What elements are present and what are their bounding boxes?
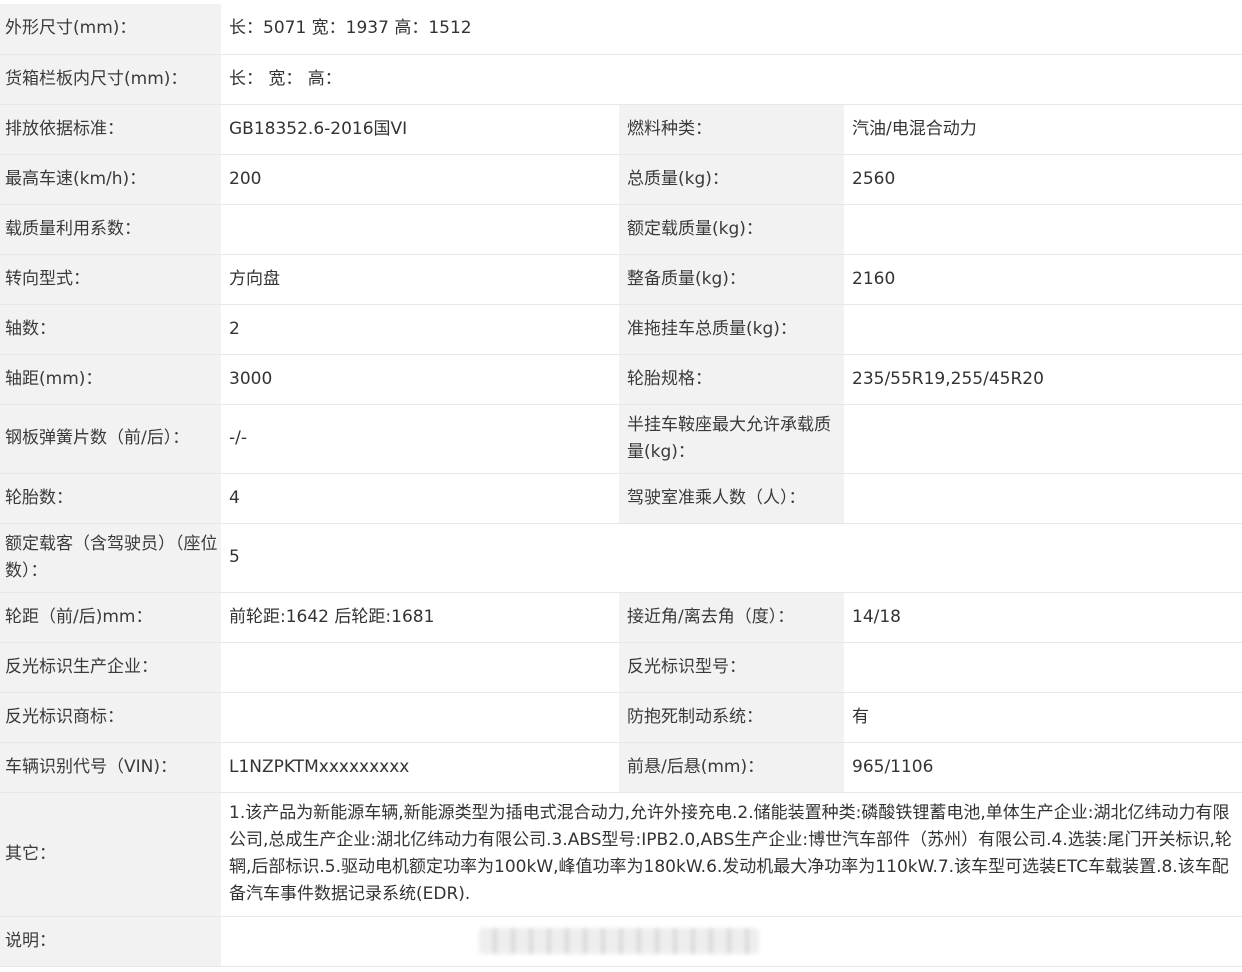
springs-label: 钢板弹簧片数（前/后）： [0,404,221,474]
table-row: 钢板弹簧片数（前/后）： -/- 半挂车鞍座最大允许承载质量(kg)： [0,404,1242,474]
trailer-mass-value [844,304,1242,355]
tire-spec-label: 轮胎规格： [619,354,844,405]
reflector-brand-label: 反光标识商标： [0,692,221,743]
speed-label: 最高车速(km/h)： [0,154,221,205]
cab-seats-label: 驾驶室准乘人数（人）： [619,473,844,524]
saddle-mass-label: 半挂车鞍座最大允许承载质量(kg)： [619,404,844,474]
vin-value: L1NZPKTMxxxxxxxxx [221,742,619,793]
table-row: 额定载客（含驾驶员）（座位数）： 5 [0,523,1242,593]
vin-label: 车辆识别代号（VIN)： [0,742,221,793]
note-value [221,916,1242,967]
dims-label: 外形尺寸(mm)： [0,4,221,55]
table-row: 最高车速(km/h)： 200 总质量(kg)： 2560 [0,154,1242,205]
curb-mass-label: 整备质量(kg)： [619,254,844,305]
reflector-maker-value [221,642,619,693]
emission-value: GB18352.6-2016国VI [221,104,619,155]
cargo-value: 长： 宽： 高： [221,54,1242,105]
table-row: 轴距(mm)： 3000 轮胎规格： 235/55R19,255/45R20 [0,354,1242,405]
tire-spec-value: 235/55R19,255/45R20 [844,354,1242,405]
speed-value: 200 [221,154,619,205]
dims-value: 长：5071 宽：1937 高：1512 [221,4,1242,55]
table-row: 载质量利用系数： 额定载质量(kg)： [0,204,1242,255]
table-row: 转向型式： 方向盘 整备质量(kg)： 2160 [0,254,1242,305]
total-mass-label: 总质量(kg)： [619,154,844,205]
curb-mass-value: 2160 [844,254,1242,305]
abs-label: 防抱死制动系统： [619,692,844,743]
vehicle-spec-table: 外形尺寸(mm)： 长：5071 宽：1937 高：1512 货箱栏板内尺寸(m… [0,4,1242,967]
fuel-value: 汽油/电混合动力 [844,104,1242,155]
other-label: 其它： [0,792,221,917]
table-row: 轮距（前/后)mm： 前轮距:1642 后轮距:1681 接近角/离去角（度）：… [0,592,1242,643]
total-mass-value: 2560 [844,154,1242,205]
table-row: 反光标识生产企业： 反光标识型号： [0,642,1242,693]
reflector-brand-value [221,692,619,743]
table-row: 说明： [0,916,1242,967]
redacted-text-blur [479,927,759,954]
note-label: 说明： [0,916,221,967]
fuel-label: 燃料种类： [619,104,844,155]
table-row: 车辆识别代号（VIN)： L1NZPKTMxxxxxxxxx 前悬/后悬(mm)… [0,742,1242,793]
axles-value: 2 [221,304,619,355]
steering-value: 方向盘 [221,254,619,305]
load-coef-label: 载质量利用系数： [0,204,221,255]
abs-value: 有 [844,692,1242,743]
overhang-label: 前悬/后悬(mm)： [619,742,844,793]
table-row: 反光标识商标： 防抱死制动系统： 有 [0,692,1242,743]
emission-label: 排放依据标准： [0,104,221,155]
table-row: 其它： 1.该产品为新能源车辆,新能源类型为插电式混合动力,允许外接充电.2.储… [0,792,1242,917]
steering-label: 转向型式： [0,254,221,305]
wheelbase-value: 3000 [221,354,619,405]
track-value: 前轮距:1642 后轮距:1681 [221,592,619,643]
seats-label: 额定载客（含驾驶员）（座位数）： [0,523,221,593]
tires-value: 4 [221,473,619,524]
table-row: 轮胎数： 4 驾驶室准乘人数（人）： [0,473,1242,524]
table-row: 外形尺寸(mm)： 长：5071 宽：1937 高：1512 [0,4,1242,55]
table-row: 排放依据标准： GB18352.6-2016国VI 燃料种类： 汽油/电混合动力 [0,104,1242,155]
table-row: 货箱栏板内尺寸(mm)： 长： 宽： 高： [0,54,1242,105]
saddle-mass-value [844,404,1242,474]
axles-label: 轴数： [0,304,221,355]
reflector-model-value [844,642,1242,693]
springs-value: -/- [221,404,619,474]
tires-label: 轮胎数： [0,473,221,524]
table-row: 轴数： 2 准拖挂车总质量(kg)： [0,304,1242,355]
wheelbase-label: 轴距(mm)： [0,354,221,405]
cargo-label: 货箱栏板内尺寸(mm)： [0,54,221,105]
rated-load-value [844,204,1242,255]
other-value: 1.该产品为新能源车辆,新能源类型为插电式混合动力,允许外接充电.2.储能装置种… [221,792,1242,917]
angle-value: 14/18 [844,592,1242,643]
rated-load-label: 额定载质量(kg)： [619,204,844,255]
reflector-maker-label: 反光标识生产企业： [0,642,221,693]
overhang-value: 965/1106 [844,742,1242,793]
angle-label: 接近角/离去角（度）： [619,592,844,643]
cab-seats-value [844,473,1242,524]
trailer-mass-label: 准拖挂车总质量(kg)： [619,304,844,355]
seats-value: 5 [221,523,1242,593]
reflector-model-label: 反光标识型号： [619,642,844,693]
track-label: 轮距（前/后)mm： [0,592,221,643]
load-coef-value [221,204,619,255]
